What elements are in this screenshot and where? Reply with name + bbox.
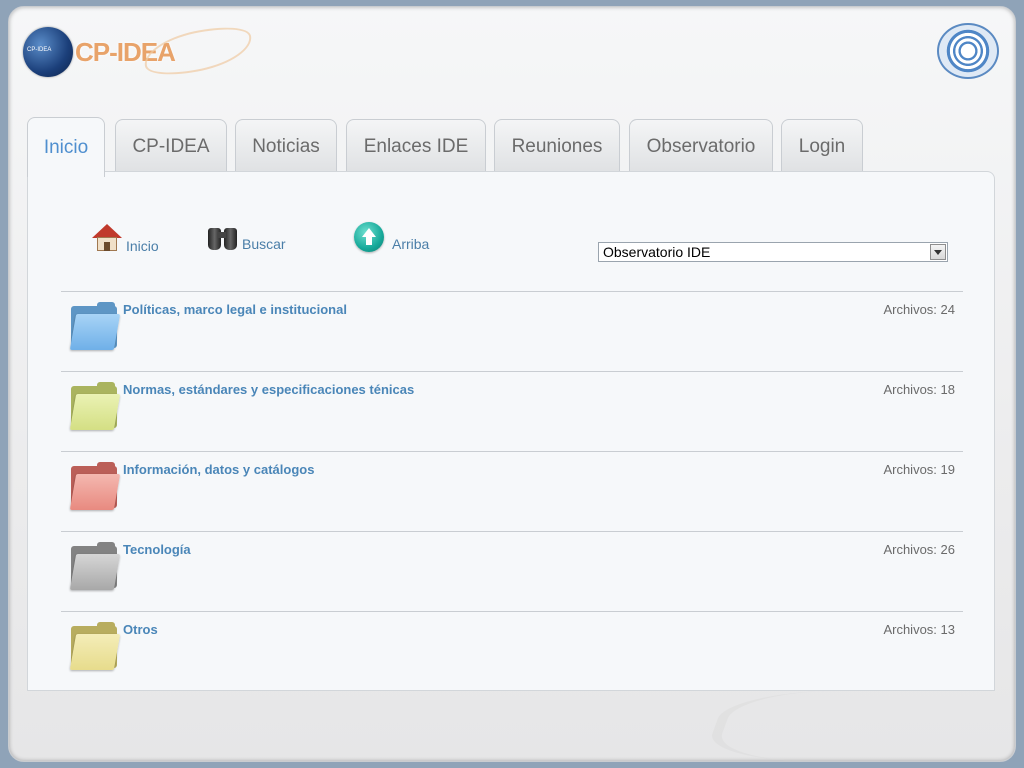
folder-icon-blue[interactable] xyxy=(69,302,121,350)
folder-file-count: Archivos: 26 xyxy=(883,542,955,557)
section-select-value: Observatorio IDE xyxy=(603,244,711,260)
tab-reuniones[interactable]: Reuniones xyxy=(494,119,620,173)
list-item: Otros Archivos: 13 xyxy=(61,611,963,690)
list-item: Políticas, marco legal e institucional A… xyxy=(61,291,963,371)
arrow-up-icon xyxy=(354,222,384,252)
toolbar: Inicio Buscar Arriba Observatorio IDE xyxy=(28,222,994,272)
home-label: Inicio xyxy=(126,238,159,254)
folder-title-link[interactable]: Políticas, marco legal e institucional xyxy=(123,302,347,317)
app-frame: CP-IDEA CP-IDEA Inicio CP-IDEA Noticias … xyxy=(8,6,1016,762)
folder-file-count: Archivos: 13 xyxy=(883,622,955,637)
folder-file-count: Archivos: 19 xyxy=(883,462,955,477)
background-watermark xyxy=(702,691,998,761)
list-item: Tecnología Archivos: 26 xyxy=(61,531,963,611)
folder-title-link[interactable]: Normas, estándares y especificaciones té… xyxy=(123,382,414,397)
globe-icon: CP-IDEA xyxy=(23,27,73,77)
up-label: Arriba xyxy=(392,236,430,252)
un-emblem-icon xyxy=(937,23,999,79)
search-label: Buscar xyxy=(242,236,286,252)
chevron-down-icon[interactable] xyxy=(930,244,946,260)
folder-title-link[interactable]: Información, datos y catálogos xyxy=(123,462,314,477)
list-item: Información, datos y catálogos Archivos:… xyxy=(61,451,963,531)
tab-cp-idea[interactable]: CP-IDEA xyxy=(115,119,227,173)
folder-icon-yellow[interactable] xyxy=(69,622,121,670)
logo-swirl-decoration xyxy=(140,20,256,82)
binoculars-icon xyxy=(206,222,240,252)
folder-file-count: Archivos: 24 xyxy=(883,302,955,317)
tab-login[interactable]: Login xyxy=(781,119,863,173)
tab-noticias[interactable]: Noticias xyxy=(235,119,337,173)
folder-icon-red[interactable] xyxy=(69,462,121,510)
up-link[interactable]: Arriba xyxy=(354,222,429,252)
tab-inicio[interactable]: Inicio xyxy=(27,117,105,177)
folder-icon-gray[interactable] xyxy=(69,542,121,590)
folder-file-count: Archivos: 18 xyxy=(883,382,955,397)
search-link[interactable]: Buscar xyxy=(206,222,286,252)
folder-title-link[interactable]: Tecnología xyxy=(123,542,191,557)
home-icon xyxy=(90,222,124,254)
list-item: Normas, estándares y especificaciones té… xyxy=(61,371,963,451)
tab-enlaces-ide[interactable]: Enlaces IDE xyxy=(346,119,486,173)
tab-observatorio[interactable]: Observatorio xyxy=(629,119,773,173)
content-panel: Inicio Buscar Arriba Observatorio IDE Po… xyxy=(27,171,995,691)
cp-idea-logo[interactable]: CP-IDEA CP-IDEA xyxy=(23,20,263,85)
section-select[interactable]: Observatorio IDE xyxy=(598,242,948,262)
folder-list: Políticas, marco legal e institucional A… xyxy=(61,291,963,690)
folder-icon-green[interactable] xyxy=(69,382,121,430)
header: CP-IDEA CP-IDEA xyxy=(9,7,1015,107)
folder-title-link[interactable]: Otros xyxy=(123,622,158,637)
home-link[interactable]: Inicio xyxy=(90,222,159,254)
